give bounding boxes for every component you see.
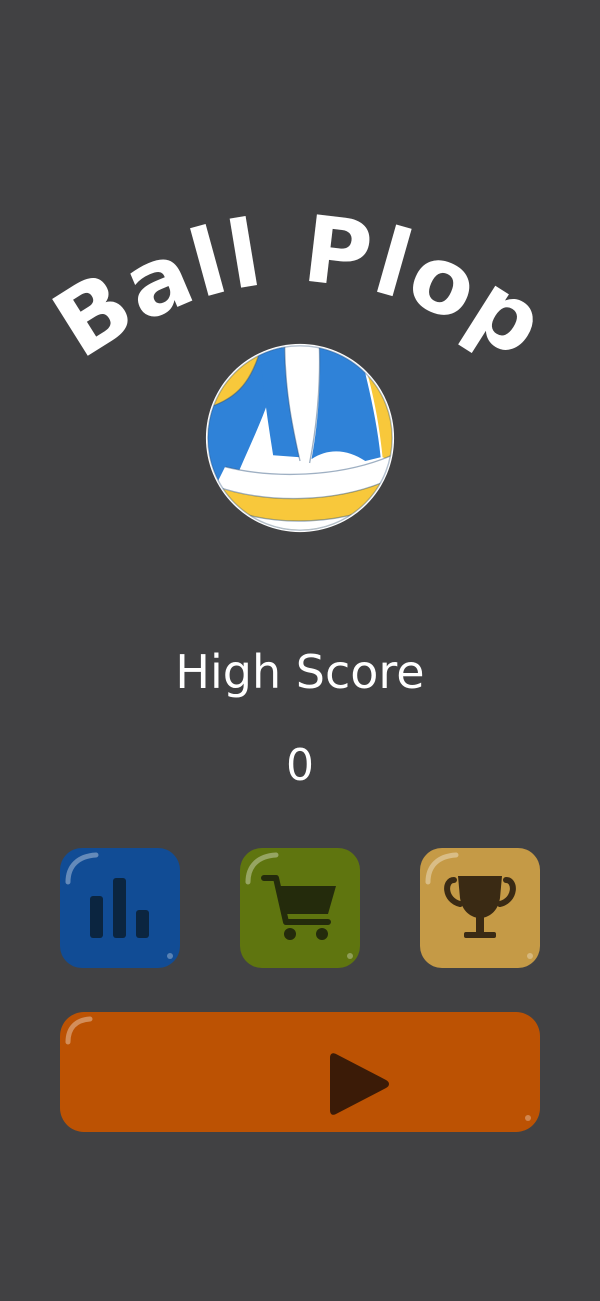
leaderboard-button[interactable]	[60, 848, 180, 968]
bar-chart-icon	[90, 878, 149, 938]
shop-button[interactable]	[240, 848, 360, 968]
high-score-label: High Score	[175, 645, 425, 699]
gloss-highlight	[65, 1016, 531, 1121]
achievements-button[interactable]	[420, 848, 540, 968]
play-button[interactable]	[60, 1012, 540, 1132]
trophy-icon	[444, 876, 516, 938]
high-score-value: 0	[286, 740, 314, 791]
play-icon	[330, 1053, 389, 1115]
volleyball-logo-icon	[205, 343, 395, 533]
shopping-cart-icon	[261, 875, 336, 940]
